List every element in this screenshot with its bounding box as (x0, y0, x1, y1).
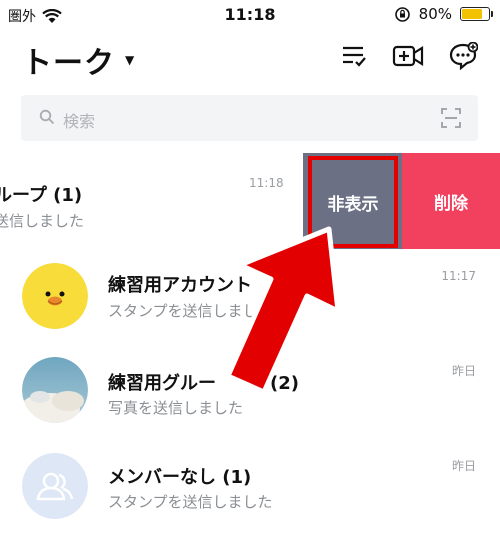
chat-name: 練習用グルー (2) (108, 373, 299, 394)
search-input[interactable]: 検索 (63, 108, 95, 132)
sky-photo-avatar-icon (22, 357, 88, 423)
delete-label: 削除 (434, 193, 468, 214)
search-icon (39, 109, 55, 125)
chat-row[interactable]: 練習用グルー (2) 写真を送信しました 昨日 (0, 349, 500, 449)
chat-time: 昨日 (451, 364, 476, 378)
avatar (22, 357, 88, 423)
chat-row[interactable]: メンバーなし (1) スタンプを送信しました 昨日 (0, 449, 500, 549)
qr-scan-icon[interactable] (440, 107, 462, 129)
chat-name: 練習用アカウント (108, 275, 252, 296)
chick-avatar-icon (22, 263, 88, 329)
status-right: 80% (394, 5, 493, 23)
rotation-lock-icon (394, 6, 410, 22)
page-title: トーク (22, 46, 115, 81)
avatar (22, 263, 88, 329)
caret-down-icon: ▼ (125, 53, 136, 67)
chat-message: スタンプを送信しました (108, 493, 273, 511)
page-title-dropdown[interactable]: トーク ▼ (22, 38, 135, 82)
header: トーク ▼ (0, 30, 500, 85)
header-actions (340, 42, 478, 70)
chat-row[interactable]: 練習用アカウント スタンプを送信しました 11:17 (0, 249, 500, 349)
status-bar: 圏外 11:18 80% (0, 0, 500, 30)
chat-time: 昨日 (451, 459, 476, 473)
chat-time: 11:18 (249, 176, 284, 190)
delete-button[interactable]: 削除 (402, 153, 500, 249)
battery-percent: 80% (418, 5, 452, 23)
search-bar[interactable]: 検索 (21, 95, 478, 141)
battery-icon (460, 7, 493, 21)
avatar (22, 453, 88, 519)
chat-time: 11:17 (441, 269, 476, 283)
chat-name: メンバーなし (1) (108, 467, 252, 488)
video-plus-icon[interactable] (392, 42, 424, 70)
battery-fill (462, 9, 482, 19)
hide-button[interactable]: 非表示 (303, 153, 402, 249)
list-check-icon[interactable] (340, 42, 368, 70)
group-avatar-icon (22, 453, 88, 519)
chat-name: ループ (1) (0, 185, 83, 206)
hide-label: 非表示 (327, 194, 379, 215)
hide-button-highlight: 非表示 (308, 156, 398, 248)
chat-message: スタンプを送信しました (108, 302, 273, 320)
chat-message: 送信しました (0, 212, 85, 230)
swiped-chat-row[interactable]: ループ (1) 送信しました 11:18 非表示 削除 (0, 153, 500, 249)
chat-message: 写真を送信しました (108, 399, 244, 417)
chat-plus-icon[interactable] (448, 42, 478, 70)
